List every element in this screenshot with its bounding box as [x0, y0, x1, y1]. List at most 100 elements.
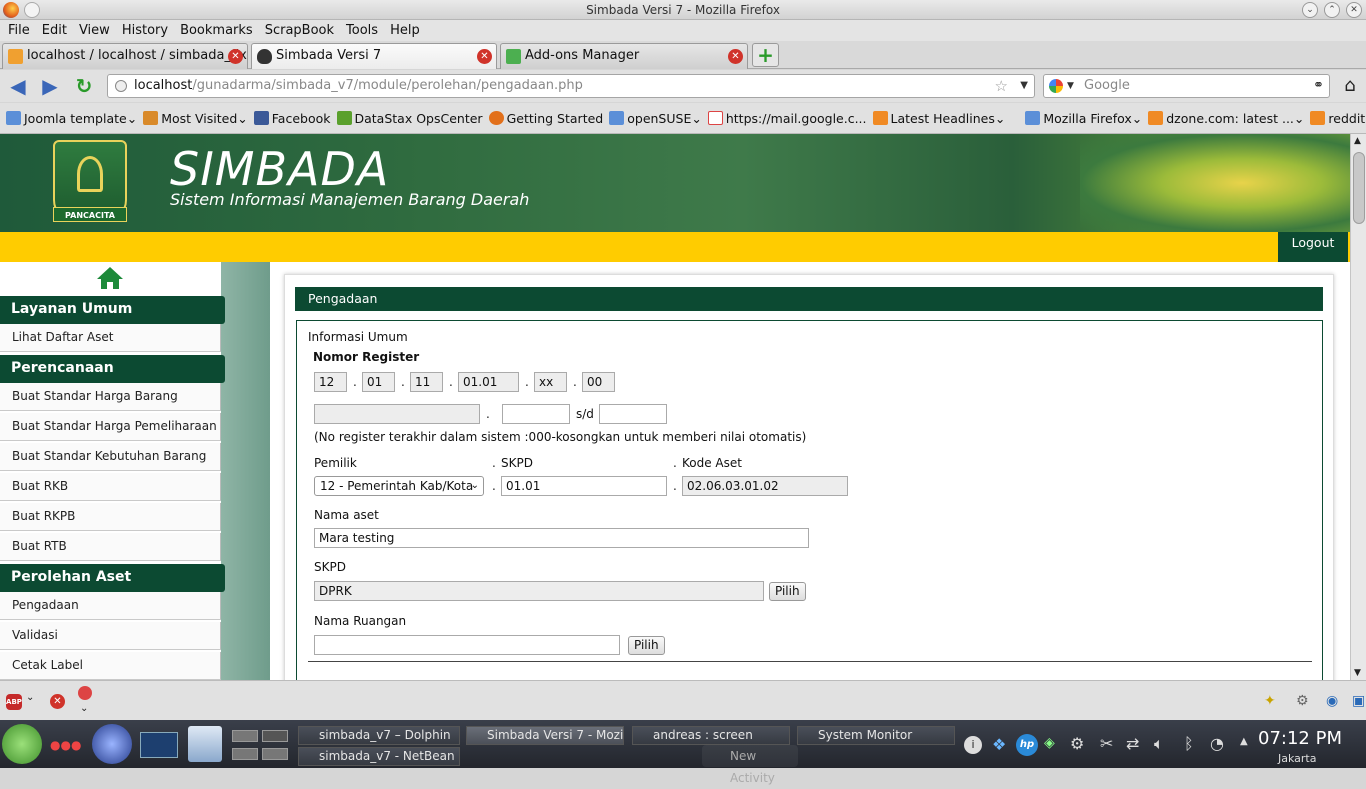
desktop-4-icon[interactable]	[262, 748, 288, 760]
bluetooth-icon[interactable]: ᛒ	[1184, 734, 1194, 753]
register-part-5[interactable]: xx	[534, 372, 567, 392]
kde-menu-icon[interactable]	[2, 724, 42, 764]
task-netbeans[interactable]: simbada_v7 - NetBean	[298, 747, 460, 766]
bookmark-joomla[interactable]: Joomla template ⌄	[6, 111, 137, 126]
scroll-down-icon[interactable]: ▼	[1354, 668, 1361, 678]
task-dolphin[interactable]: simbada_v7 – Dolphin	[298, 726, 460, 745]
pilih-skpd-button[interactable]: Pilih	[769, 582, 806, 601]
google-icon[interactable]	[1049, 79, 1063, 93]
chevron-down-icon[interactable]: ⌄	[80, 703, 88, 714]
logout-button[interactable]: Logout	[1278, 232, 1348, 262]
bookmark-reddit[interactable]: reddit ⌄	[1310, 111, 1366, 126]
menu-help[interactable]: Help	[384, 23, 426, 38]
task-firefox[interactable]: Simbada Versi 7 - Mozi	[466, 726, 624, 745]
bookmark-mozilla-firefox[interactable]: Mozilla Firefox ⌄	[1025, 111, 1142, 126]
close-window-icon[interactable]: ✕	[1346, 2, 1362, 18]
menu-file[interactable]: File	[2, 23, 36, 38]
skpd-field[interactable]: DPRK	[314, 581, 764, 601]
forward-icon[interactable]: ▶	[38, 74, 62, 98]
desktop-1-icon[interactable]	[232, 730, 258, 742]
sidebar-item-standar-kebutuhan-barang[interactable]: Buat Standar Kebutuhan Barang	[0, 443, 221, 471]
sidebar-item-validasi[interactable]: Validasi	[0, 622, 221, 650]
star-icon[interactable]: ☆	[995, 75, 1008, 97]
page-scrollbar[interactable]: ▲ ▼	[1350, 134, 1366, 680]
register-part-6[interactable]: 00	[582, 372, 615, 392]
close-tab-icon[interactable]: ✕	[728, 49, 743, 64]
pin-icon[interactable]	[24, 2, 40, 18]
sidebar-item-buat-rkpb[interactable]: Buat RKPB	[0, 503, 221, 531]
bookmark-opensuse[interactable]: openSUSE ⌄	[609, 111, 702, 126]
desktop-2-icon[interactable]	[262, 730, 288, 742]
menu-scrapbook[interactable]: ScrapBook	[259, 23, 340, 38]
bookmark-dzone[interactable]: dzone.com: latest ... ⌄	[1148, 111, 1304, 126]
scroll-up-icon[interactable]: ▲	[1354, 136, 1361, 146]
bookmark-latest-headlines[interactable]: Latest Headlines ⌄	[872, 111, 1005, 126]
chevron-down-icon[interactable]: ▼	[1067, 75, 1074, 97]
scrollbar-thumb[interactable]	[1353, 152, 1365, 224]
skpd-code-field[interactable]: 01.01	[501, 476, 667, 496]
register-part-1[interactable]: 12	[314, 372, 347, 392]
reload-icon[interactable]: ↻	[72, 74, 96, 98]
tab-simbada[interactable]: Simbada Versi 7 ✕	[251, 43, 497, 69]
task-terminal[interactable]: andreas : screen	[632, 726, 790, 745]
firefox-icon[interactable]	[3, 2, 19, 18]
kode-aset-field[interactable]: 02.06.03.01.02	[682, 476, 848, 496]
sidebar-item-buat-rtb[interactable]: Buat RTB	[0, 533, 221, 561]
pemilik-select[interactable]: 12 - Pemerintah Kab/Kota ⌄	[314, 476, 484, 496]
activities-icon[interactable]: ●●●	[50, 738, 81, 752]
network-status-icon[interactable]: ◈	[1044, 735, 1055, 751]
menu-history[interactable]: History	[116, 23, 174, 38]
sidebar-item-pengadaan[interactable]: Pengadaan	[0, 592, 221, 620]
tray-expand-icon[interactable]: ▲	[1240, 736, 1248, 747]
nama-aset-field[interactable]: Mara testing	[314, 528, 809, 548]
home-icon[interactable]	[96, 266, 124, 290]
sidebar-item-lihat-daftar-aset[interactable]: Lihat Daftar Aset	[0, 324, 221, 352]
wifi-icon[interactable]: ◔	[1210, 734, 1224, 753]
menu-view[interactable]: View	[73, 23, 116, 38]
close-tab-icon[interactable]: ✕	[477, 49, 492, 64]
tab-addons[interactable]: Add-ons Manager ✕	[500, 43, 748, 69]
register-part-4[interactable]: 01.01	[458, 372, 519, 392]
bookmark-datastax[interactable]: DataStax OpsCenter	[336, 111, 483, 126]
resize-icon[interactable]: ▣	[1352, 693, 1365, 709]
info-icon[interactable]: i	[964, 736, 982, 754]
new-tab-button[interactable]: +	[752, 43, 779, 67]
sidebar-item-cetak-label[interactable]: Cetak Label	[0, 652, 221, 680]
gears-icon[interactable]: ⚙	[1296, 693, 1309, 709]
inspect-icon[interactable]: ◉	[1326, 693, 1338, 709]
dropbox-icon[interactable]: ❖	[992, 735, 1006, 754]
sidebar-item-standar-harga-barang[interactable]: Buat Standar Harga Barang	[0, 383, 221, 411]
bookmark-facebook[interactable]: Facebook	[253, 111, 331, 126]
pilih-ruangan-button[interactable]: Pilih	[628, 636, 665, 655]
bookmark-most-visited[interactable]: Most Visited ⌄	[143, 111, 248, 126]
nama-ruangan-field[interactable]	[314, 635, 620, 655]
device-notifier-icon[interactable]: ⇄	[1126, 734, 1139, 753]
clock[interactable]: 07:12 PM	[1258, 728, 1342, 749]
menu-tools[interactable]: Tools	[340, 23, 384, 38]
scrapbook-icon[interactable]	[78, 686, 92, 700]
new-activity-button[interactable]: New Activity	[702, 745, 798, 785]
settings-icon[interactable]: ⚙	[1070, 734, 1084, 753]
url-bar[interactable]: localhost/gunadarma/simbada_v7/module/pe…	[107, 74, 1035, 98]
menu-bookmarks[interactable]: Bookmarks	[174, 23, 259, 38]
adblock-icon[interactable]: ABP	[6, 694, 22, 710]
register-start-field[interactable]	[502, 404, 570, 424]
tab-phpmyadmin[interactable]: localhost / localhost / simbada_fix... ✕	[2, 43, 248, 69]
eclipse-icon[interactable]	[92, 724, 132, 764]
close-icon[interactable]: ✕	[50, 694, 65, 709]
desktop-3-icon[interactable]	[232, 748, 258, 760]
search-input[interactable]: ▼ Google ⚭	[1043, 74, 1330, 98]
sidebar-item-standar-harga-pemeliharaan[interactable]: Buat Standar Harga Pemeliharaan	[0, 413, 221, 441]
register-end-field[interactable]	[599, 404, 667, 424]
file-manager-icon[interactable]	[188, 726, 222, 762]
register-part-3[interactable]: 11	[410, 372, 443, 392]
chevron-down-icon[interactable]: ▼	[1020, 75, 1028, 97]
bookmark-getting-started[interactable]: Getting Started	[488, 111, 603, 126]
back-icon[interactable]: ◀	[6, 74, 30, 98]
klipper-icon[interactable]: ✂	[1100, 734, 1113, 753]
close-tab-icon[interactable]: ✕	[228, 49, 243, 64]
register-prefix-field[interactable]	[314, 404, 480, 424]
minimize-icon[interactable]: ⌄	[1302, 2, 1318, 18]
home-icon[interactable]: ⌂	[1338, 74, 1362, 98]
bug-icon[interactable]: ✦	[1264, 693, 1276, 709]
